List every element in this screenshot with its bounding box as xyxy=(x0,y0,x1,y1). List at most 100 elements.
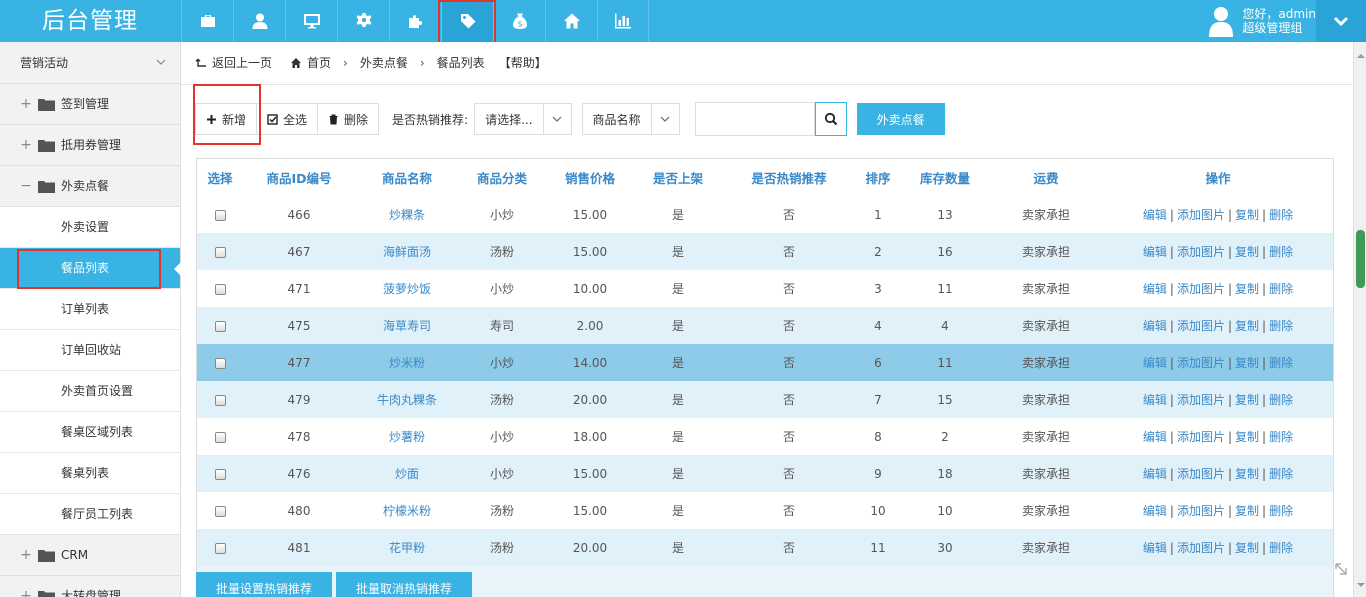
table-row[interactable]: 476 炒面 小炒 15.00 是否 9 18 卖家承担 编辑 | 添加图片 | 复制 | 删除 xyxy=(197,455,1333,492)
table-row[interactable]: 479 牛肉丸粿条 汤粉 20.00 是否 7 15 卖家承担 编辑 | 添加图片 | 复制 | 删除 xyxy=(197,381,1333,418)
sidebar-subitem[interactable]: 订单回收站 xyxy=(0,330,180,371)
cell-name[interactable]: 海鲜面汤 xyxy=(355,233,459,270)
sidebar-subitem[interactable]: 外卖首页设置 xyxy=(0,371,180,412)
vertical-scrollbar[interactable] xyxy=(1353,42,1366,597)
action-link-copy[interactable]: 复制 xyxy=(1235,245,1259,259)
row-checkbox[interactable] xyxy=(214,357,226,369)
action-link-copy[interactable]: 复制 xyxy=(1235,504,1259,518)
table-row[interactable]: 477 炒米粉 小炒 14.00 是否 6 11 卖家承担 编辑 | 添加图片 | 复制 | 删除 xyxy=(197,344,1333,381)
cell-name[interactable]: 炒米粉 xyxy=(355,344,459,381)
action-link-delete[interactable]: 删除 xyxy=(1269,356,1293,370)
search-button[interactable] xyxy=(814,102,847,136)
action-link-delete[interactable]: 删除 xyxy=(1269,430,1293,444)
row-checkbox[interactable] xyxy=(214,246,226,258)
action-link-edit[interactable]: 编辑 xyxy=(1143,245,1167,259)
scrollbar-thumb[interactable] xyxy=(1356,230,1365,288)
bulk-unset-hot-button[interactable]: 批量取消热销推荐 xyxy=(336,572,473,597)
sidebar-group[interactable]: − 外卖点餐 xyxy=(0,166,180,207)
table-row[interactable]: 478 炒薯粉 小炒 18.00 是否 8 2 卖家承担 编辑 | 添加图片 | 复制 | 删除 xyxy=(197,418,1333,455)
hot-filter-select[interactable]: 请选择... xyxy=(474,103,572,135)
cell-name[interactable]: 牛肉丸粿条 xyxy=(355,381,459,418)
row-checkbox[interactable] xyxy=(214,468,226,480)
help-link[interactable]: 【帮助】 xyxy=(499,42,547,85)
action-link-edit[interactable]: 编辑 xyxy=(1143,282,1167,296)
row-checkbox[interactable] xyxy=(214,320,226,332)
top-menu-toggle[interactable] xyxy=(1316,0,1366,42)
table-row[interactable]: 480 柠檬米粉 汤粉 15.00 是否 10 10 卖家承担 编辑 | 添加图片 | 复制 | 删除 xyxy=(197,492,1333,529)
sidebar-header[interactable]: 营销活动 xyxy=(0,42,180,84)
resize-grip-icon[interactable] xyxy=(1333,561,1349,577)
select-all-button[interactable]: 全选 xyxy=(256,103,319,135)
sidebar-subitem[interactable]: 餐厅员工列表 xyxy=(0,494,180,535)
row-checkbox[interactable] xyxy=(214,283,226,295)
row-checkbox[interactable] xyxy=(214,542,226,554)
scroll-down-icon[interactable] xyxy=(1357,583,1365,591)
action-link-delete[interactable]: 删除 xyxy=(1269,541,1293,555)
action-link-add-image[interactable]: 添加图片 xyxy=(1177,245,1225,259)
nav-button-money-bag[interactable]: $ xyxy=(493,0,545,42)
action-link-add-image[interactable]: 添加图片 xyxy=(1177,430,1225,444)
action-link-delete[interactable]: 删除 xyxy=(1269,504,1293,518)
action-link-copy[interactable]: 复制 xyxy=(1235,393,1259,407)
sidebar-group[interactable]: + 抵用券管理 xyxy=(0,125,180,166)
nav-button-briefcase[interactable] xyxy=(181,0,233,42)
home-link[interactable]: 首页 xyxy=(290,42,331,85)
nav-button-tag[interactable] xyxy=(441,0,493,42)
cell-name[interactable]: 柠檬米粉 xyxy=(355,492,459,529)
action-link-copy[interactable]: 复制 xyxy=(1235,541,1259,555)
action-link-add-image[interactable]: 添加图片 xyxy=(1177,393,1225,407)
action-link-copy[interactable]: 复制 xyxy=(1235,282,1259,296)
expand-toggle-icon[interactable]: − xyxy=(20,166,32,207)
action-link-copy[interactable]: 复制 xyxy=(1235,467,1259,481)
sidebar-group[interactable]: + 签到管理 xyxy=(0,84,180,125)
category-submit-button[interactable]: 外卖点餐 xyxy=(856,103,945,135)
action-link-add-image[interactable]: 添加图片 xyxy=(1177,541,1225,555)
action-link-edit[interactable]: 编辑 xyxy=(1143,430,1167,444)
action-link-copy[interactable]: 复制 xyxy=(1235,208,1259,222)
scroll-up-icon[interactable] xyxy=(1357,50,1365,58)
expand-toggle-icon[interactable]: + xyxy=(20,535,32,576)
table-row[interactable]: 466 炒粿条 小炒 15.00 是否 1 13 卖家承担 编辑 | 添加图片 | 复制 | 删除 xyxy=(197,196,1333,233)
action-link-add-image[interactable]: 添加图片 xyxy=(1177,467,1225,481)
nav-button-puzzle[interactable] xyxy=(389,0,441,42)
add-button[interactable]: 新增 xyxy=(195,103,258,135)
action-link-edit[interactable]: 编辑 xyxy=(1143,467,1167,481)
action-link-copy[interactable]: 复制 xyxy=(1235,430,1259,444)
expand-toggle-icon[interactable]: + xyxy=(20,576,32,597)
action-link-delete[interactable]: 删除 xyxy=(1269,208,1293,222)
action-link-delete[interactable]: 删除 xyxy=(1269,393,1293,407)
action-link-copy[interactable]: 复制 xyxy=(1235,356,1259,370)
expand-toggle-icon[interactable]: + xyxy=(20,84,32,125)
action-link-add-image[interactable]: 添加图片 xyxy=(1177,356,1225,370)
table-row[interactable]: 471 菠萝炒饭 小炒 10.00 是否 3 11 卖家承担 编辑 | 添加图片 | 复制 | 删除 xyxy=(197,270,1333,307)
search-field-select[interactable]: 商品名称 xyxy=(581,103,680,135)
action-link-add-image[interactable]: 添加图片 xyxy=(1177,282,1225,296)
nav-button-bar-chart[interactable] xyxy=(597,0,649,42)
sidebar-subitem[interactable]: 餐品列表 xyxy=(0,248,181,289)
sidebar-subitem[interactable]: 餐桌区域列表 xyxy=(0,412,180,453)
action-link-copy[interactable]: 复制 xyxy=(1235,319,1259,333)
row-checkbox[interactable] xyxy=(214,209,226,221)
cell-name[interactable]: 菠萝炒饭 xyxy=(355,270,459,307)
action-link-edit[interactable]: 编辑 xyxy=(1143,504,1167,518)
sidebar-group[interactable]: + 大转盘管理 xyxy=(0,576,180,597)
row-checkbox[interactable] xyxy=(214,431,226,443)
nav-button-gear[interactable] xyxy=(337,0,389,42)
user-info[interactable]: 您好，admin 超级管理组 xyxy=(1208,0,1316,42)
action-link-edit[interactable]: 编辑 xyxy=(1143,393,1167,407)
nav-button-monitor[interactable] xyxy=(285,0,337,42)
action-link-add-image[interactable]: 添加图片 xyxy=(1177,319,1225,333)
table-row[interactable]: 481 花甲粉 汤粉 20.00 是否 11 30 卖家承担 编辑 | 添加图片 | 复制 | 删除 xyxy=(197,529,1333,566)
delete-button[interactable]: 删除 xyxy=(317,103,380,135)
action-link-delete[interactable]: 删除 xyxy=(1269,319,1293,333)
row-checkbox[interactable] xyxy=(214,505,226,517)
action-link-delete[interactable]: 删除 xyxy=(1269,282,1293,296)
cell-name[interactable]: 炒粿条 xyxy=(355,196,459,233)
breadcrumb-level1[interactable]: 外卖点餐 xyxy=(360,42,408,85)
cell-name[interactable]: 炒薯粉 xyxy=(355,418,459,455)
action-link-delete[interactable]: 删除 xyxy=(1269,245,1293,259)
cell-name[interactable]: 花甲粉 xyxy=(355,529,459,566)
sidebar-subitem[interactable]: 订单列表 xyxy=(0,289,180,330)
sidebar-subitem[interactable]: 外卖设置 xyxy=(0,207,180,248)
action-link-edit[interactable]: 编辑 xyxy=(1143,541,1167,555)
